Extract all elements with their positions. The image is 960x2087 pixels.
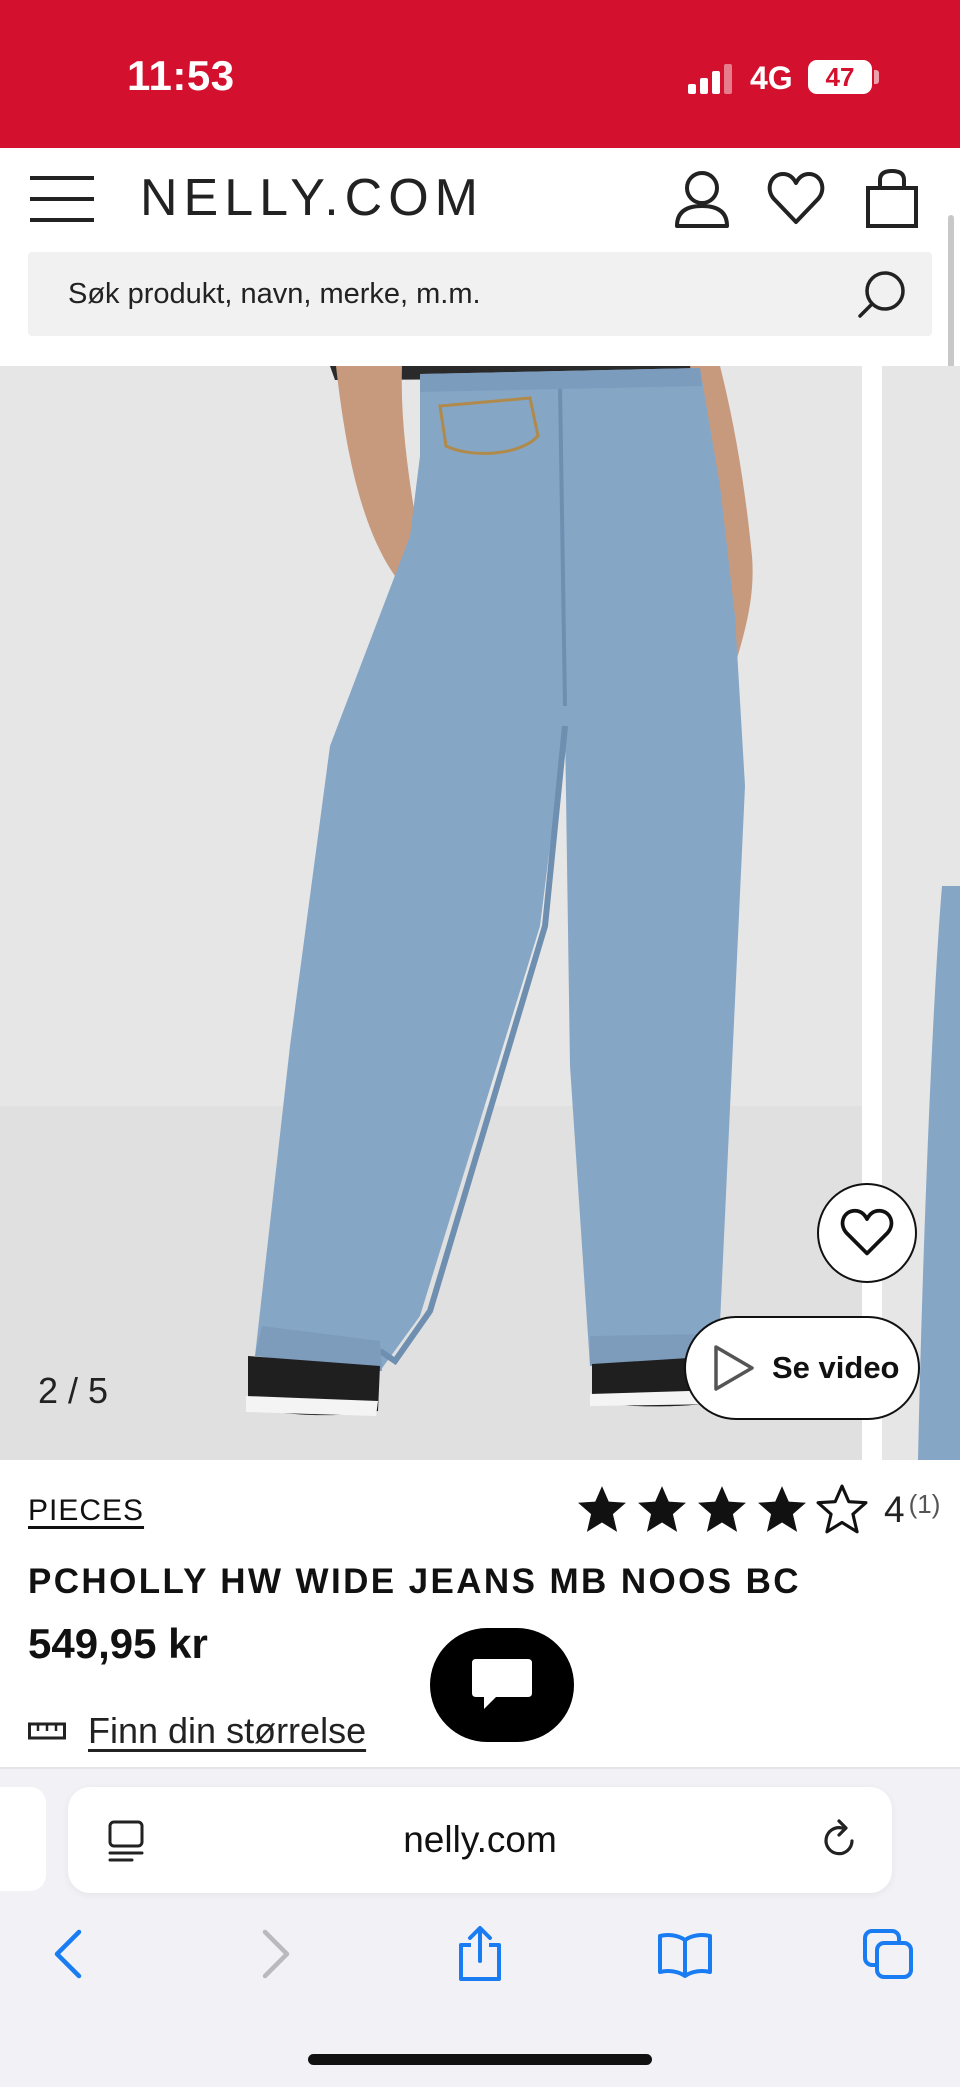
play-icon xyxy=(714,1345,754,1391)
address-bar[interactable]: nelly.com xyxy=(68,1787,892,1893)
star-icon xyxy=(758,1486,806,1532)
rating-stars[interactable]: 4 (1) xyxy=(576,1484,940,1536)
product-price: 549,95 kr xyxy=(28,1620,208,1667)
menu-icon[interactable] xyxy=(30,176,94,224)
next-product-image[interactable] xyxy=(882,366,960,1460)
bookmarks-icon[interactable] xyxy=(655,1924,715,1984)
signal-icon xyxy=(688,64,732,94)
rating-value: 4 xyxy=(884,1489,905,1530)
star-icon xyxy=(638,1486,686,1532)
chat-icon xyxy=(472,1659,532,1709)
product-gallery[interactable] xyxy=(0,366,960,1460)
chat-button[interactable] xyxy=(430,1628,574,1742)
star-icon xyxy=(698,1486,746,1532)
home-indicator[interactable] xyxy=(308,2054,652,2065)
url-text: nelly.com xyxy=(403,1819,557,1860)
product-image[interactable] xyxy=(0,366,862,1460)
add-to-favorites-button[interactable] xyxy=(817,1183,917,1283)
back-icon[interactable] xyxy=(38,1924,98,1984)
rating-count: (1) xyxy=(908,1488,941,1519)
previous-tab-peek[interactable] xyxy=(0,1787,46,1891)
jeans-illustration xyxy=(246,366,753,1416)
star-icon xyxy=(578,1486,626,1532)
bag-icon[interactable] xyxy=(862,168,922,230)
account-icon[interactable] xyxy=(672,168,732,230)
status-time: 11:53 xyxy=(127,52,235,99)
heart-icon xyxy=(840,1208,894,1256)
search-icon[interactable] xyxy=(854,266,910,322)
heart-icon[interactable] xyxy=(766,168,826,230)
play-video-button[interactable]: Se video xyxy=(684,1316,920,1420)
size-guide-link[interactable]: Finn din størrelse xyxy=(28,1710,366,1752)
search-placeholder: Søk produkt, navn, merke, m.m. xyxy=(68,278,481,310)
share-icon[interactable] xyxy=(450,1924,510,1984)
star-icon xyxy=(816,1484,868,1534)
search-input[interactable]: Søk produkt, navn, merke, m.m. xyxy=(28,252,932,336)
battery-tip xyxy=(874,70,879,84)
reload-icon[interactable] xyxy=(820,1817,860,1861)
network-type: 4G xyxy=(750,60,793,96)
brand-link[interactable]: PIECES xyxy=(28,1494,144,1528)
product-title: PCHOLLY HW WIDE JEANS MB NOOS BC xyxy=(28,1562,801,1601)
image-counter: 2 / 5 xyxy=(38,1370,109,1411)
battery-indicator: 47 xyxy=(808,60,872,94)
ruler-icon xyxy=(28,1722,66,1740)
forward-icon[interactable] xyxy=(246,1924,306,1984)
site-logo[interactable]: NELLY.COM xyxy=(140,168,484,228)
video-label: Se video xyxy=(772,1350,900,1385)
tabs-icon[interactable] xyxy=(858,1924,918,1984)
status-bar: 11:53 4G 47 xyxy=(0,0,960,148)
size-guide-label: Finn din størrelse xyxy=(88,1710,367,1751)
